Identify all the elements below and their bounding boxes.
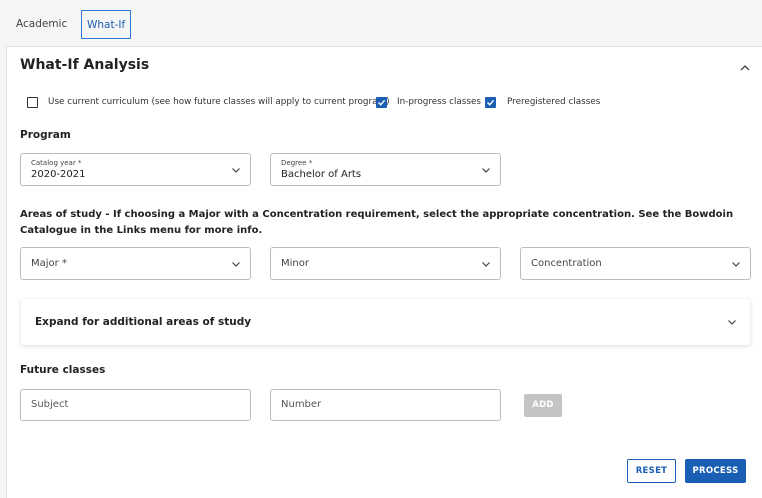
catalog-year-value: 2020-2021 [31,169,86,180]
minor-select[interactable]: Minor [270,247,501,280]
additional-areas-expander[interactable]: Expand for additional areas of study [21,299,750,345]
chevron-up-icon[interactable] [738,60,752,74]
use-current-curriculum-checkbox[interactable] [27,97,38,108]
major-select[interactable]: Major * [20,247,251,280]
number-placeholder: Number [281,399,322,410]
use-current-curriculum-label: Use current curriculum (see how future c… [48,97,390,107]
chevron-down-icon [732,262,740,267]
major-placeholder: Major * [31,258,67,269]
catalog-year-label: Catalog year * [31,159,82,167]
preregistered-label: Preregistered classes [507,97,601,107]
subject-input[interactable]: Subject [20,389,251,421]
additional-areas-label: Expand for additional areas of study [35,316,252,328]
degree-select[interactable]: Degree * Bachelor of Arts [270,153,501,186]
degree-value: Bachelor of Arts [281,169,362,180]
future-classes-heading: Future classes [20,364,106,376]
chevron-down-icon [728,320,736,325]
what-if-panel: What-If Analysis Use current curriculum … [6,46,762,498]
tab-academic[interactable]: Academic [11,10,72,39]
chevron-down-icon [482,168,490,173]
tab-bar: Academic What-If [0,6,762,42]
check-icon [378,99,386,106]
minor-placeholder: Minor [281,258,309,269]
catalog-year-select[interactable]: Catalog year * 2020-2021 [20,153,251,186]
chevron-down-icon [232,168,240,173]
in-progress-label: In-progress classes [397,97,481,107]
preregistered-checkbox[interactable] [485,97,496,108]
tab-what-if[interactable]: What-If [81,10,132,39]
in-progress-checkbox[interactable] [376,97,387,108]
chevron-down-icon [232,262,240,267]
program-heading: Program [20,129,71,141]
chevron-down-icon [482,262,490,267]
subject-placeholder: Subject [31,399,69,410]
concentration-select[interactable]: Concentration [520,247,751,280]
check-icon [487,99,495,106]
number-input[interactable]: Number [270,389,501,421]
degree-label: Degree * [281,159,313,167]
reset-button[interactable]: RESET [627,459,676,483]
areas-of-study-heading: Areas of study - If choosing a Major wit… [20,209,734,236]
add-button[interactable]: ADD [524,394,562,417]
process-button[interactable]: PROCESS [685,459,746,483]
concentration-placeholder: Concentration [531,258,602,269]
panel-title: What-If Analysis [20,57,150,73]
